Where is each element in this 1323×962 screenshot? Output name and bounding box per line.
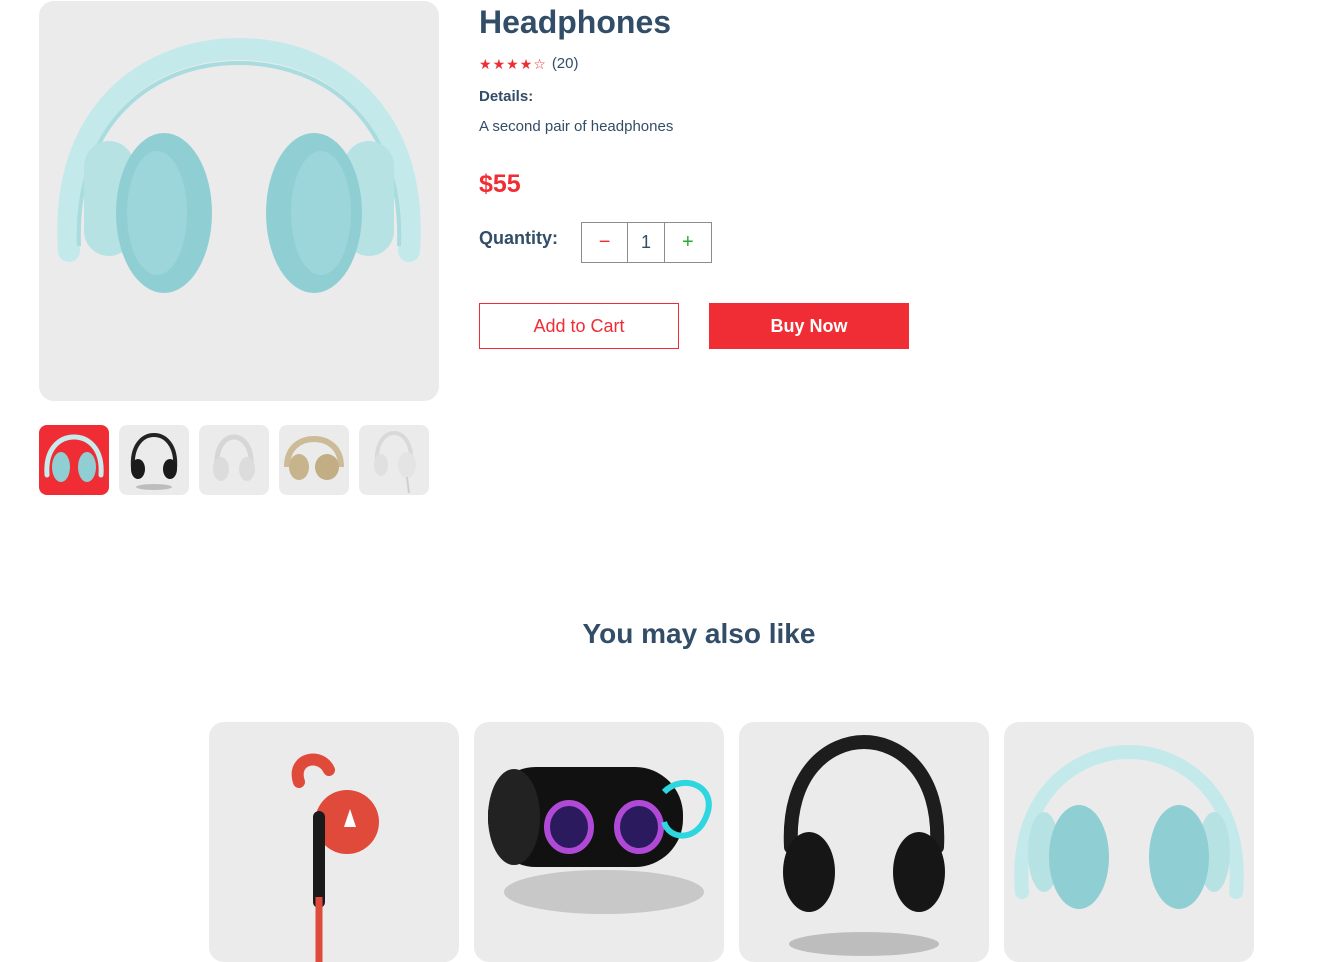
star-filled-icon: ★ <box>519 55 533 72</box>
buy-now-button[interactable]: Buy Now <box>709 303 909 349</box>
product-price: $55 <box>479 170 521 198</box>
product-card-speaker[interactable] <box>474 722 724 962</box>
product-card-red-earphones[interactable] <box>209 722 459 962</box>
rating-stars: ★ ★ ★ ★ ☆ <box>479 57 546 71</box>
details-text: A second pair of headphones <box>479 118 674 135</box>
add-to-cart-button[interactable]: Add to Cart <box>479 303 679 349</box>
reviews-count: (20) <box>551 55 579 72</box>
quantity-label: Quantity: <box>479 228 558 248</box>
quantity-stepper: − 1 + <box>581 222 712 263</box>
product-card-headphones-black[interactable] <box>739 722 989 962</box>
thumbnail-headphones-black[interactable] <box>119 425 189 495</box>
star-outline-icon: ☆ <box>533 55 546 72</box>
thumbnail-strip <box>39 425 429 495</box>
main-product-image <box>39 1 439 401</box>
star-filled-icon: ★ <box>506 55 519 72</box>
quantity-decrease-button[interactable]: − <box>582 223 629 262</box>
product-card-headphones-mint[interactable] <box>1004 722 1254 962</box>
thumbnail-headphones-beige[interactable] <box>279 425 349 495</box>
quantity-value: 1 <box>628 223 665 262</box>
details-heading: Details: <box>479 88 534 105</box>
star-filled-icon: ★ <box>479 55 492 72</box>
thumbnail-headphones-white[interactable] <box>199 425 269 495</box>
product-title: Headphones <box>479 4 672 40</box>
star-filled-icon: ★ <box>492 55 506 72</box>
quantity-increase-button[interactable]: + <box>665 223 711 262</box>
thumbnail-headphones-mint[interactable] <box>39 425 109 495</box>
thumbnail-headphones-white-wired[interactable] <box>359 425 429 495</box>
product-rating: ★ ★ ★ ★ ☆ (20) <box>479 55 579 72</box>
recommendations-heading: You may also like <box>582 618 816 649</box>
